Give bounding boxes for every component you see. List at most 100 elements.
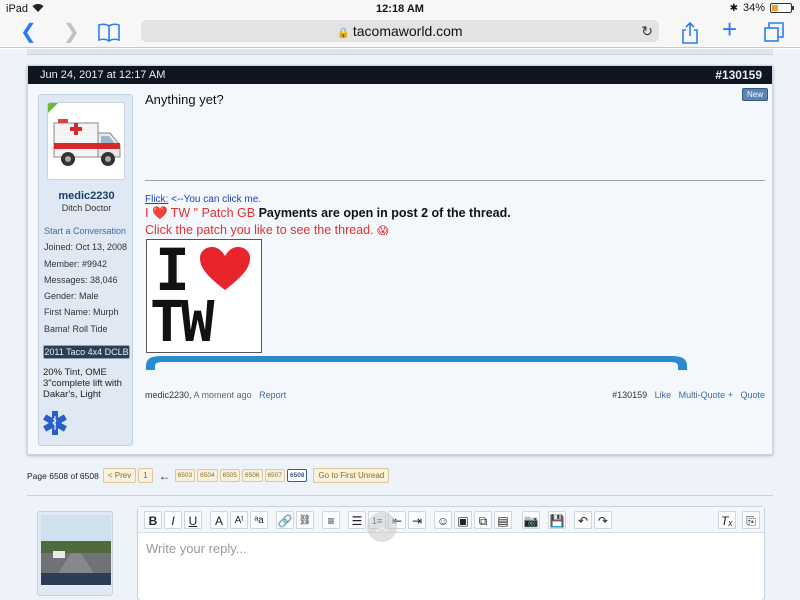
previous-post-edge bbox=[27, 49, 773, 55]
user-gender: Gender: Male bbox=[44, 291, 99, 302]
font-family-icon[interactable]: ᵃa bbox=[250, 511, 268, 529]
first-page-button[interactable]: 1 bbox=[138, 468, 153, 483]
code-icon[interactable]: ▤ bbox=[494, 511, 512, 529]
lock-icon: 🔒 bbox=[337, 28, 350, 39]
page-label: Page 6508 of 6508 bbox=[27, 470, 99, 481]
heart-icon: ❤️ bbox=[151, 206, 168, 220]
post-number-footer-link[interactable]: #130159 bbox=[612, 390, 647, 400]
post-author-link[interactable]: medic2230, bbox=[145, 390, 192, 400]
signature-patch-text: TW " Patch GB bbox=[167, 206, 259, 220]
back-icon[interactable]: ❮ bbox=[20, 22, 37, 42]
post-header: Jun 24, 2017 at 12:17 AM #130159 bbox=[28, 66, 772, 84]
redo-icon[interactable]: ↷ bbox=[594, 511, 612, 529]
truck-mods: 20% Tint, OME 3"complete lift with Dakar… bbox=[43, 367, 122, 400]
font-size-icon[interactable]: Aᵗ bbox=[230, 511, 248, 529]
page-button[interactable]: 6506 bbox=[242, 469, 263, 482]
like-link[interactable]: Like bbox=[655, 390, 672, 400]
user-first-name: First Name: Murph bbox=[44, 307, 119, 318]
italic-icon[interactable]: I bbox=[164, 511, 182, 529]
camera-icon[interactable]: 📷 bbox=[522, 511, 540, 529]
battery-icon bbox=[770, 3, 794, 13]
page-button[interactable]: 6507 bbox=[264, 469, 285, 482]
user-avatar[interactable] bbox=[47, 102, 125, 180]
user-messages: Messages: 38,046 bbox=[44, 274, 118, 285]
new-badge: New bbox=[741, 88, 768, 101]
indent-icon[interactable]: ⇥ bbox=[408, 511, 426, 529]
signature-patch-line: I ❤️ TW " Patch GB Payments are open in … bbox=[145, 206, 765, 221]
link-icon[interactable]: 🔗 bbox=[276, 511, 294, 529]
shocked-face-icon: 😱 bbox=[377, 225, 389, 237]
page-jump-arrow[interactable]: ← bbox=[159, 469, 171, 483]
user-stats: Start a Conversation Joined: Oct 13, 200… bbox=[44, 223, 127, 337]
pagination: Page 6508 of 6508 < Prev 1 ← 6503 6504 6… bbox=[27, 468, 391, 483]
scroll-up-button[interactable]: ︿ bbox=[367, 512, 397, 542]
address-bar[interactable]: 🔒 tacomaworld.com ↻ bbox=[141, 20, 659, 42]
post-actions: #130159 Like Multi-Quote + Quote bbox=[612, 390, 765, 400]
post-time: A moment ago bbox=[193, 390, 252, 400]
share-icon[interactable] bbox=[681, 21, 699, 48]
font-color-icon[interactable]: A bbox=[210, 511, 228, 529]
status-right: ✱ 34% bbox=[729, 2, 794, 14]
user-motto: Bama! Roll Tide bbox=[44, 323, 108, 334]
signature-prefix: I bbox=[145, 206, 152, 220]
prev-page-button[interactable]: < Prev bbox=[102, 468, 137, 483]
user-info-panel: medic2230 Ditch Doctor Start a Conversat… bbox=[38, 94, 133, 446]
star-of-life-icon bbox=[43, 411, 67, 435]
signature: Flick: <--You can click me. I ❤️ TW " Pa… bbox=[145, 194, 765, 237]
bullet-list-icon[interactable]: ☰ bbox=[348, 511, 366, 529]
remove-format-icon[interactable]: Tₓ bbox=[718, 511, 736, 529]
username-link[interactable]: medic2230 bbox=[39, 190, 134, 202]
go-first-unread-button[interactable]: Go to First Unread bbox=[313, 468, 390, 483]
smilie-icon[interactable]: ☺ bbox=[434, 511, 452, 529]
post-content: Anything yet? bbox=[145, 92, 765, 107]
forum-post: Jun 24, 2017 at 12:17 AM #130159 medic22… bbox=[27, 65, 773, 455]
page-button[interactable]: 6505 bbox=[219, 469, 241, 482]
ambulance-icon bbox=[53, 119, 121, 166]
align-icon[interactable]: ≡ bbox=[322, 511, 340, 529]
flick-link[interactable]: Flick: bbox=[145, 194, 168, 205]
current-page-button[interactable]: 6508 bbox=[286, 469, 308, 482]
undo-icon[interactable]: ↶ bbox=[574, 511, 592, 529]
image-icon[interactable]: ▣ bbox=[454, 511, 472, 529]
new-tab-icon[interactable]: + bbox=[722, 16, 737, 42]
toggle-bbcode-icon[interactable]: ⎘ bbox=[742, 511, 760, 529]
bold-icon[interactable]: B bbox=[144, 511, 162, 529]
quote-link[interactable]: Quote bbox=[740, 390, 765, 400]
quick-reply: B I U A Aᵗ ᵃa 🔗 ⛓ ≡ ☰ 1≡ ⇤ ⇥ ☺ ▣ ⧉ ▤ 📷 💾… bbox=[27, 495, 773, 600]
underline-icon[interactable]: U bbox=[184, 511, 202, 529]
status-bar: iPad 12:18 AM ✱ 34% bbox=[0, 0, 800, 18]
road-photo bbox=[41, 515, 111, 585]
reply-input[interactable]: Write your reply... bbox=[146, 541, 247, 556]
start-conversation-link[interactable]: Start a Conversation bbox=[44, 223, 127, 239]
signature-banner-edge bbox=[146, 356, 687, 370]
page-button[interactable]: 6504 bbox=[197, 469, 218, 482]
logo-heart-icon bbox=[200, 247, 250, 290]
user-joined: Joined: Oct 13, 2008 bbox=[44, 242, 128, 253]
forward-icon[interactable]: ❯ bbox=[63, 22, 80, 42]
signature-payments-text: Payments are open in post 2 of the threa… bbox=[258, 206, 511, 220]
post-message: Anything yet? bbox=[145, 92, 224, 107]
page: Jun 24, 2017 at 12:17 AM #130159 medic22… bbox=[0, 49, 800, 600]
page-button[interactable]: 6503 bbox=[174, 469, 196, 482]
battery-percent: 34% bbox=[742, 2, 765, 14]
user-member-number: Member: #9942 bbox=[44, 258, 108, 269]
reload-icon[interactable]: ↻ bbox=[641, 20, 653, 42]
save-draft-icon[interactable]: 💾 bbox=[548, 511, 566, 529]
reply-avatar[interactable] bbox=[37, 511, 113, 596]
post-number-link[interactable]: #130159 bbox=[715, 66, 762, 84]
user-title: Ditch Doctor bbox=[61, 203, 112, 213]
signature-click-line: Click the patch you like to see the thre… bbox=[145, 223, 765, 237]
i-heart-tw-patch-image[interactable]: I TW bbox=[146, 236, 262, 355]
signature-divider bbox=[145, 180, 765, 181]
multi-quote-link[interactable]: Multi-Quote + bbox=[679, 390, 733, 400]
unlink-icon[interactable]: ⛓ bbox=[296, 511, 314, 529]
editor-toolbar: B I U A Aᵗ ᵃa 🔗 ⛓ ≡ ☰ 1≡ ⇤ ⇥ ☺ ▣ ⧉ ▤ 📷 💾… bbox=[138, 507, 764, 533]
bluetooth-icon: ✱ bbox=[729, 2, 738, 14]
tabs-icon[interactable] bbox=[764, 22, 784, 46]
url-text: tacomaworld.com bbox=[352, 23, 463, 39]
media-icon[interactable]: ⧉ bbox=[474, 511, 492, 529]
report-link[interactable]: Report bbox=[259, 390, 286, 400]
truck-badge: 2011 Taco 4x4 DCLB bbox=[43, 345, 130, 359]
bookmarks-icon[interactable] bbox=[98, 22, 120, 46]
status-time: 12:18 AM bbox=[376, 3, 424, 15]
